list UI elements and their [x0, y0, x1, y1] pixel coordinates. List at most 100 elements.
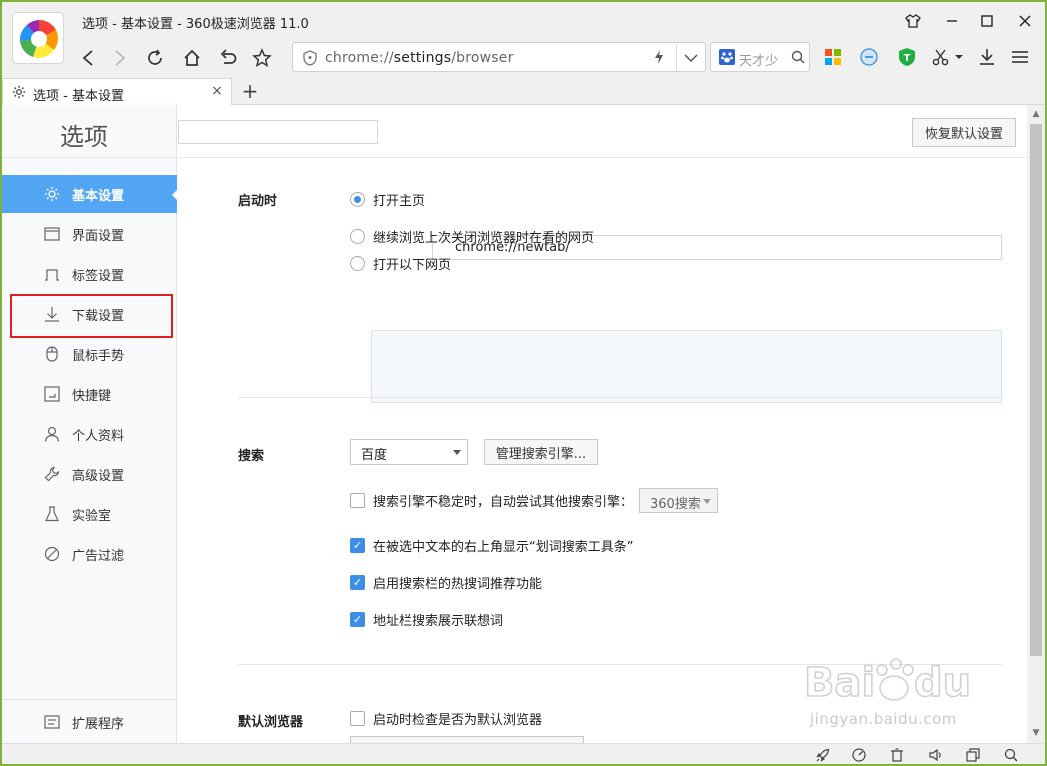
- sidebar-item-label: 实验室: [72, 508, 112, 524]
- sidebar-item-extensions[interactable]: 扩展程序: [2, 703, 177, 741]
- close-window-button[interactable]: [1012, 10, 1038, 32]
- fallback-engine-label: 搜索引擎不稳定时，自动尝试其他搜索引擎：: [373, 495, 634, 510]
- settings-search-input[interactable]: [178, 120, 378, 144]
- trash-icon[interactable]: [888, 746, 906, 764]
- undo-close-button[interactable]: [214, 44, 242, 72]
- sidebar-item-label: 高级设置: [72, 468, 125, 484]
- menu-icon[interactable]: [1007, 44, 1033, 70]
- section-divider: [238, 664, 1002, 665]
- apps-grid-icon[interactable]: [820, 44, 846, 70]
- gear-icon: [12, 85, 26, 103]
- window-restore-icon[interactable]: [964, 746, 982, 764]
- sun-icon: [44, 186, 60, 202]
- sidebar-item-interface[interactable]: 界面设置: [2, 215, 177, 253]
- radio-continue[interactable]: [350, 229, 365, 244]
- restore-defaults-button[interactable]: 恢复默认设置: [912, 118, 1016, 147]
- default-browser-checkbox[interactable]: [350, 711, 365, 726]
- manage-search-engines-button[interactable]: 管理搜索引擎...: [484, 439, 598, 465]
- home-button[interactable]: [178, 44, 206, 72]
- toolbar-option-label: 在被选中文本的右上角显示“划词搜索工具条”: [373, 540, 634, 555]
- scroll-down-icon[interactable]: ▼: [1029, 726, 1043, 740]
- header-divider: [2, 157, 177, 158]
- startup-pages-list[interactable]: [371, 330, 1002, 403]
- chevron-down-icon[interactable]: [684, 52, 698, 67]
- bookmark-star-icon[interactable]: [248, 44, 276, 72]
- security-shield-icon[interactable]: T: [894, 44, 920, 70]
- highlight-annotation: [10, 294, 173, 338]
- status-bar: [2, 743, 1045, 764]
- fallback-engine-select[interactable]: 360搜索: [639, 488, 718, 513]
- reload-button[interactable]: [141, 44, 169, 72]
- zoom-icon[interactable]: [1002, 746, 1020, 764]
- search-engine-box[interactable]: 天才少: [710, 42, 810, 72]
- address-text[interactable]: chrome://settings/browser: [325, 50, 514, 66]
- address-divider: [676, 43, 677, 71]
- search-section-title: 搜索: [238, 449, 265, 464]
- section-divider: [238, 397, 1002, 398]
- keyboard-icon: [44, 386, 60, 402]
- fallback-engine-value: 360搜索: [650, 497, 701, 512]
- tab-settings[interactable]: 选项 - 基本设置 ×: [2, 78, 232, 105]
- lightning-icon[interactable]: [653, 49, 665, 69]
- suggest-checkbox[interactable]: ✓: [350, 612, 365, 627]
- sidebar-item-tabs[interactable]: 标签设置: [2, 255, 177, 293]
- sidebar-item-label: 基本设置: [72, 188, 125, 204]
- sidebar-item-label: 鼠标手势: [72, 348, 125, 364]
- settings-main: 启动时 打开主页 chrome://newtab/ 继续浏览上次关闭浏览器时在看…: [178, 158, 1027, 743]
- download-toolbar-icon[interactable]: [974, 44, 1000, 70]
- sidebar-item-lab[interactable]: 实验室: [2, 495, 177, 533]
- search-engine-select[interactable]: 百度: [350, 439, 468, 465]
- new-tab-button[interactable]: +: [238, 79, 262, 103]
- suggest-label: 地址栏搜索展示联想词: [373, 614, 504, 629]
- shield-icon: [303, 50, 317, 70]
- sidebar-item-label: 快捷键: [72, 388, 112, 404]
- skin-icon[interactable]: [900, 10, 926, 32]
- hot-words-checkbox[interactable]: ✓: [350, 575, 365, 590]
- tab-icon: [44, 266, 60, 282]
- baidu-paw-icon[interactable]: [719, 49, 735, 69]
- continue-label: 继续浏览上次关闭浏览器时在看的网页: [373, 231, 595, 246]
- sidebar-item-mouse[interactable]: 鼠标手势: [2, 335, 177, 373]
- scissors-dropdown-icon[interactable]: [952, 44, 966, 70]
- back-button[interactable]: [74, 44, 102, 72]
- sidebar-item-shortcuts[interactable]: 快捷键: [2, 375, 177, 413]
- open-home-label: 打开主页: [373, 194, 426, 209]
- sidebar-item-label: 标签设置: [72, 268, 125, 284]
- minus-circle-icon[interactable]: [856, 44, 882, 70]
- scrollbar-thumb[interactable]: [1030, 124, 1042, 656]
- sidebar-item-label: 扩展程序: [72, 716, 125, 732]
- sidebar-item-label: 个人资料: [72, 428, 125, 444]
- radio-open-home[interactable]: [350, 192, 365, 207]
- sidebar-item-basic[interactable]: 基本设置: [2, 175, 177, 213]
- block-icon: [44, 546, 60, 562]
- open-pages-label: 打开以下网页: [373, 258, 452, 273]
- fallback-engine-checkbox[interactable]: [350, 493, 365, 508]
- close-tab-icon[interactable]: ×: [209, 83, 225, 99]
- default-browser-section-title: 默认浏览器: [238, 715, 304, 730]
- scissors-icon[interactable]: [928, 44, 954, 70]
- caret-down-icon: [453, 450, 461, 455]
- toolbar-checkbox[interactable]: ✓: [350, 538, 365, 553]
- flask-icon: [44, 506, 60, 522]
- scroll-up-icon[interactable]: ▲: [1029, 107, 1043, 121]
- sidebar-item-advanced[interactable]: 高级设置: [2, 455, 177, 493]
- speed-icon[interactable]: [850, 746, 868, 764]
- sidebar-item-profile[interactable]: 个人资料: [2, 415, 177, 453]
- minimize-button[interactable]: [939, 10, 965, 32]
- address-bar[interactable]: chrome://settings/browser: [292, 42, 706, 72]
- settings-page: 选项 基本设置 界面设置 标签设置 下载设置 鼠标手势 快捷键 个人资料 高级设…: [2, 105, 1027, 743]
- sidebar-item-adblock[interactable]: 广告过滤: [2, 535, 177, 573]
- search-icon[interactable]: [791, 50, 805, 68]
- rocket-icon[interactable]: [814, 746, 832, 764]
- radio-open-pages[interactable]: [350, 256, 365, 271]
- sidebar-item-label: 界面设置: [72, 228, 125, 244]
- volume-icon[interactable]: [927, 746, 945, 764]
- startup-section-title: 启动时: [238, 194, 278, 209]
- browser-logo-icon[interactable]: [12, 12, 64, 64]
- forward-button[interactable]: [106, 44, 134, 72]
- hot-words-label: 启用搜索栏的热搜词推荐功能: [373, 577, 543, 592]
- default-browser-button[interactable]: [350, 736, 584, 743]
- browser-window: 选项 - 基本设置 - 360极速浏览器 11.0 chrome://setti…: [2, 2, 1045, 764]
- maximize-button[interactable]: [974, 10, 1000, 32]
- tab-label: 选项 - 基本设置: [33, 89, 124, 104]
